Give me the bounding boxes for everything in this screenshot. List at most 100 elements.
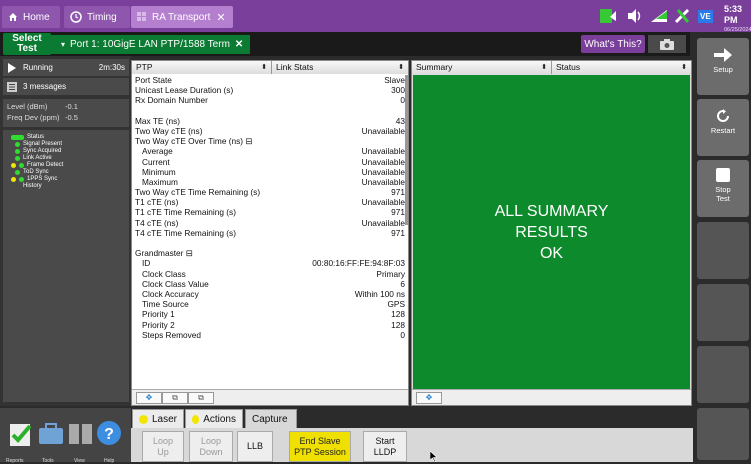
left-status-panel: Running 2m:30s 3 messages Level (dBm) -0.… <box>0 56 131 406</box>
view-select-label: Link Stats <box>276 62 314 72</box>
summary-result: ALL SUMMARY RESULTS OK <box>413 75 690 390</box>
pane-toolbar: ✥ ⧉ ⧉ <box>132 389 408 405</box>
result-label: T1 cTE (ns) <box>135 197 179 208</box>
tab-laser-label: Laser <box>151 413 177 425</box>
result-label: T4 cTE (ns) <box>135 217 179 228</box>
result-value: 00:80:16:FF:FE:94:8F:03 <box>312 258 405 269</box>
move-icon: ✥ <box>145 393 153 402</box>
tools-icon[interactable] <box>38 418 64 448</box>
restart-button[interactable]: Restart <box>697 99 749 156</box>
result-label: Steps Removed <box>142 329 202 340</box>
result-label: Time Source <box>142 299 189 310</box>
close-icon[interactable]: ✕ <box>216 11 225 24</box>
mouse-cursor-icon <box>430 451 438 462</box>
soft-key-5[interactable] <box>697 284 749 341</box>
tab-ra-transport[interactable]: RA Transport ✕ <box>131 6 233 28</box>
stop-test-button[interactable]: Stop Test <box>697 160 749 217</box>
result-value: Unavailable <box>361 176 405 187</box>
tools-icon[interactable] <box>674 8 692 24</box>
collapse-button[interactable]: ✥ <box>416 391 442 404</box>
status-led <box>19 163 24 168</box>
soft-key-7[interactable] <box>697 408 749 460</box>
result-row: Minimum Unavailable <box>132 167 408 177</box>
summary-category-select[interactable]: Summary ⬍ <box>412 61 552 74</box>
result-label: Clock Accuracy <box>142 288 199 299</box>
result-row: Clock Class Value 6 <box>132 279 408 289</box>
whats-this-button[interactable]: What's This? <box>581 35 645 53</box>
soft-key-6[interactable] <box>697 346 749 403</box>
camera-icon <box>660 38 674 50</box>
stop-icon <box>716 168 730 182</box>
select-test-button[interactable]: Select Test <box>3 33 51 55</box>
tab-actions[interactable]: Actions <box>185 409 243 428</box>
result-label: Clock Class Value <box>142 278 209 289</box>
llb-label: LLB <box>246 441 263 451</box>
result-row: Clock Class Primary <box>132 269 408 279</box>
category-select[interactable]: PTP ⬍ <box>132 61 272 74</box>
view-icon[interactable] <box>68 418 94 448</box>
result-value: 128 <box>391 319 405 330</box>
status-led <box>15 170 20 175</box>
ptp-pane-header: PTP ⬍ Link Stats ⬍ <box>132 61 408 74</box>
reports-icon[interactable] <box>8 418 34 448</box>
tab-actions-label: Actions <box>203 413 236 425</box>
close-icon[interactable]: ✕ <box>235 39 243 50</box>
loop-down-button[interactable]: Loop Down <box>189 431 233 462</box>
tab-laser[interactable]: Laser <box>132 409 184 428</box>
result-label: Two Way cTE (ns) <box>135 125 203 136</box>
soft-key-4[interactable] <box>697 222 749 279</box>
status-row: 1PPS Sync <box>11 176 121 183</box>
result-row: T1 cTE Time Remaining (s) 971 <box>132 207 408 217</box>
svg-text:?: ? <box>104 426 114 443</box>
status-label: Sync Acquired <box>23 148 62 154</box>
wifi-signal-icon <box>651 10 667 22</box>
result-value: Unavailable <box>361 125 405 136</box>
clock: 5:33 PM 06/25/2024 <box>724 4 751 34</box>
result-value: GPS <box>387 299 405 310</box>
loop-up-button[interactable]: Loop Up <box>142 431 184 462</box>
end-slave-label: End Slave PTP Session <box>294 435 346 457</box>
start-lldp-label: Start LLDP <box>373 435 397 457</box>
ptp-result-rows: Port State Slave Unicast Lease Duration (s… <box>132 75 408 390</box>
collapse-button[interactable]: ✥ <box>136 391 162 404</box>
tab-home[interactable]: Home <box>2 6 60 28</box>
summary-pane: Summary ⬍ Status ⬍ ALL SUMMARY RESULTS OK … <box>411 60 692 406</box>
tools-label: Tools <box>42 458 54 464</box>
summary-view-select[interactable]: Status ⬍ <box>552 61 691 74</box>
summary-line: OK <box>539 245 564 262</box>
reports-label: Reports <box>6 458 24 464</box>
copy-button[interactable]: ⧉ <box>162 391 188 404</box>
scrollbar[interactable] <box>405 75 408 225</box>
result-row: Steps Removed 0 <box>132 330 408 340</box>
status-label: History <box>23 183 42 189</box>
result-row: Grandmaster ⊟ <box>132 248 408 258</box>
status-row: ToD Sync <box>11 169 121 176</box>
result-row: Clock Accuracy Within 100 ns <box>132 289 408 299</box>
view-label: View <box>74 458 85 464</box>
restart-label: Restart <box>710 126 736 135</box>
view-select[interactable]: Link Stats ⬍ <box>272 61 408 74</box>
help-icon[interactable]: ? <box>96 418 122 448</box>
loop-up-label: Loop Up <box>152 435 174 457</box>
summary-line: ALL SUMMARY <box>494 203 609 220</box>
status-led <box>15 156 20 161</box>
result-value: 971 <box>391 187 405 198</box>
llb-button[interactable]: LLB <box>237 431 273 462</box>
tab-timing[interactable]: Timing <box>64 6 130 28</box>
start-lldp-button[interactable]: Start LLDP <box>363 431 407 462</box>
home-icon <box>9 13 17 21</box>
setup-button[interactable]: Setup <box>697 38 749 95</box>
paste-button[interactable]: ⧉ <box>188 391 214 404</box>
speaker-icon[interactable] <box>626 8 644 24</box>
tab-capture[interactable]: Capture <box>245 409 297 428</box>
status-led <box>19 177 24 182</box>
result-value: Unavailable <box>361 166 405 177</box>
result-value: 0 <box>400 329 405 340</box>
end-slave-ptp-button[interactable]: End Slave PTP Session <box>289 431 351 462</box>
screenshot-button[interactable] <box>648 35 686 53</box>
messages-button[interactable]: 3 messages <box>3 78 129 95</box>
status-led-list[interactable]: Status Signal Present Sync Acquired Link… <box>3 130 129 402</box>
tab-port-1[interactable]: ▾ Port 1: 10GigE LAN PTP/1588 Term ✕ <box>51 35 250 54</box>
result-label: Two Way cTE Over Time (ns) ⊟ <box>135 136 253 147</box>
result-row <box>132 106 408 116</box>
